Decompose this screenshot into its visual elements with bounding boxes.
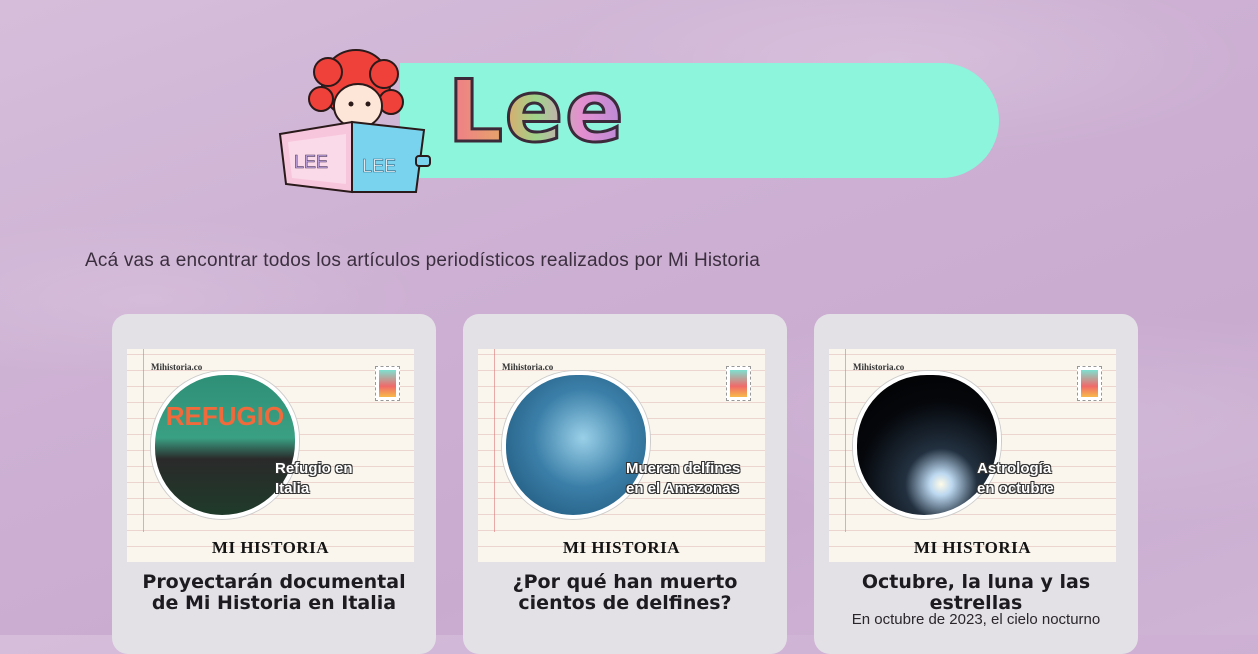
book-left-text: LEE (294, 152, 328, 172)
poster-title: REFUGIO (165, 401, 285, 431)
thumbnail-caption-line2: en octubre (977, 480, 1054, 497)
stamp-icon (375, 366, 400, 401)
book-right-text: LEE (362, 156, 396, 176)
article-title[interactable]: Proyectarán documental de Mi Historia en… (132, 572, 416, 614)
brand-label: MI HISTORIA (562, 538, 681, 557)
thumbnail-caption-line1: Astrología (977, 460, 1052, 477)
stamp-icon (1077, 366, 1102, 401)
article-thumbnail[interactable]: Mihistoria.co REFUGIO Refugio en Italia … (127, 349, 414, 562)
article-card[interactable]: Mihistoria.co REFUGIO Refugio en Italia … (112, 314, 436, 654)
site-label: Mihistoria.co (853, 362, 905, 372)
thumbnail-caption-line2: en el Amazonas (626, 480, 739, 497)
site-label: Mihistoria.co (151, 362, 203, 372)
site-label: Mihistoria.co (502, 362, 554, 372)
thumbnail-caption-line1: Refugio en (275, 460, 353, 477)
thumbnail-caption-line2: Italia (275, 480, 310, 497)
intro-text: Acá vas a encontrar todos los artículos … (85, 250, 760, 271)
article-title[interactable]: ¿Por qué han muerto cientos de delfines? (483, 572, 767, 614)
reading-child-illustration: LEE LEE (278, 49, 431, 194)
thumbnail-caption-line1: Mueren delfines (626, 460, 741, 477)
article-title[interactable]: Octubre, la luna y las estrellas (834, 572, 1118, 614)
brand-label: MI HISTORIA (913, 538, 1032, 557)
article-excerpt: En octubre de 2023, el cielo nocturno (851, 611, 1101, 628)
article-card[interactable]: Mihistoria.co Mueren delfines en el Amaz… (463, 314, 787, 654)
brand-label: MI HISTORIA (211, 538, 330, 557)
article-card[interactable]: Mihistoria.co Astrología en octubre MI H… (814, 314, 1138, 654)
page-title: Lee (446, 61, 626, 164)
stamp-icon (726, 366, 751, 401)
article-thumbnail[interactable]: Mihistoria.co Astrología en octubre MI H… (829, 349, 1116, 562)
article-thumbnail[interactable]: Mihistoria.co Mueren delfines en el Amaz… (478, 349, 765, 562)
